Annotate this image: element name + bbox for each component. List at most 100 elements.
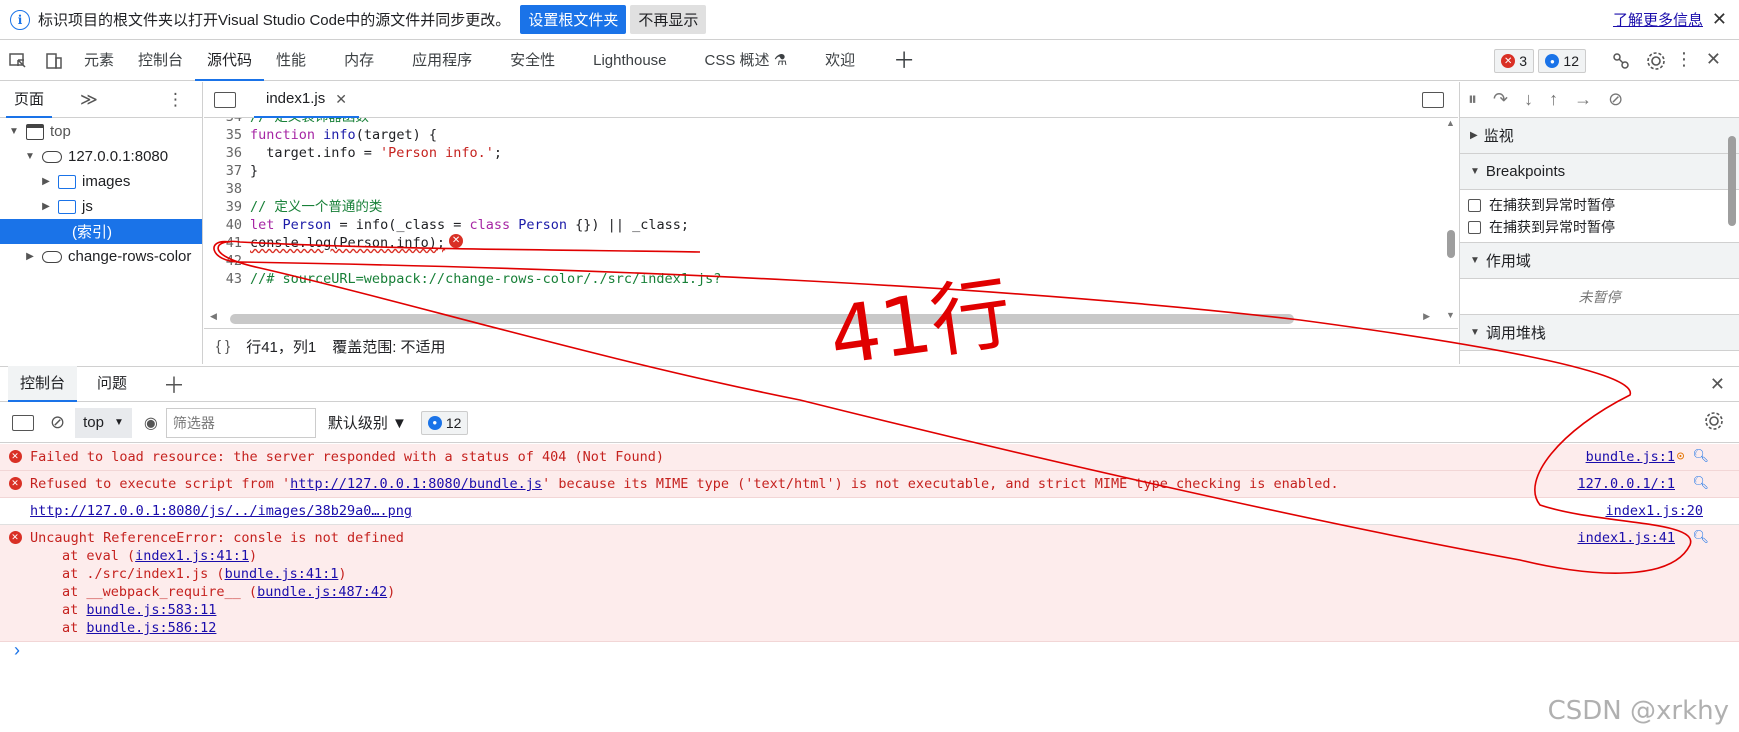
stack-frame: at bundle.js:583:11 [32,601,1739,619]
add-tab-icon[interactable]: ＋ [881,41,927,81]
search-icon[interactable]: 🔍︎ [1692,529,1709,547]
tab-performance[interactable]: 性能 [264,41,318,81]
code-area[interactable]: 34// 定义装饰器函数 35 function info(target) { 3… [204,118,1444,310]
tree-item-images[interactable]: ▶ images [0,169,202,194]
editor-vertical-scrollbar[interactable]: ▲ ▼ [1444,118,1458,320]
context-selector[interactable]: top ▼ [75,407,132,438]
section-breakpoints[interactable]: ▼ Breakpoints [1460,154,1739,190]
set-root-folder-button[interactable]: 设置根文件夹 [520,5,627,34]
section-watch[interactable]: ▶ 监视 [1460,118,1739,154]
more-tabs-icon[interactable]: ≫ [80,90,98,110]
console-message-badge[interactable]: ● 12 [420,410,469,435]
frame-link[interactable]: bundle.js:583:11 [86,602,216,618]
pause-on-caught-exceptions-checkbox[interactable]: 在捕获到异常时暂停 [1460,216,1739,238]
code-line-error: 41 consle.log(Person.info); ✕ [204,234,1444,252]
tab-memory[interactable]: 内存 [332,41,386,81]
learn-more-link[interactable]: 了解更多信息 [1613,9,1703,30]
tree-item-change-rows-color[interactable]: ▶ change-rows-color [0,244,202,269]
source-link[interactable]: bundle.js:1 [1586,448,1675,466]
frame-link[interactable]: bundle.js:41:1 [225,566,339,582]
error-icon[interactable]: ✕ [449,234,464,248]
source-link[interactable]: index1.js:41 [1577,529,1675,547]
source-link[interactable]: 127.0.0.1/:1 [1577,475,1675,493]
file-tab-index1[interactable]: index1.js ✕ [254,82,359,118]
debugger-scrollbar[interactable] [1725,118,1739,364]
step-icon[interactable]: → [1574,89,1592,110]
navigator-menu-icon[interactable]: ⋮ [167,90,184,110]
tab-sources[interactable]: 源代码 [195,41,265,81]
scrollbar-thumb[interactable] [1447,230,1455,258]
pretty-print-icon[interactable]: { } [216,338,230,355]
search-icon[interactable]: 🔍︎ [1692,475,1709,493]
step-into-icon[interactable]: ↓ [1524,89,1533,110]
scroll-down-icon[interactable]: ▼ [1446,310,1455,320]
toggle-navigator-icon[interactable] [214,91,236,108]
message-actions: 🔍︎ [1692,475,1709,493]
tab-page[interactable]: 页面 [0,82,58,118]
tab-console[interactable]: 控制台 [126,41,195,81]
tab-lighthouse[interactable]: Lighthouse [581,41,678,81]
drawer-tab-issues[interactable]: 问题 [85,366,139,402]
tab-elements[interactable]: 元素 [72,41,126,81]
drawer-tab-console[interactable]: 控制台 [8,366,78,402]
network-icon[interactable]: ⊙ [1677,448,1685,466]
inspect-element-icon[interactable] [0,41,36,81]
console-prompt[interactable]: › [14,640,20,661]
tree-item-top[interactable]: ▼ top [0,119,202,144]
more-menu-icon[interactable]: ⋮ [1675,49,1693,70]
message-text: http://127.0.0.1:8080/js/../images/38b29… [30,502,412,520]
tab-welcome[interactable]: 欢迎 [813,41,867,81]
frame-link[interactable]: index1.js:41:1 [135,548,249,564]
pause-icon[interactable]: ⏸ [1468,89,1477,110]
device-toolbar-icon[interactable] [36,41,72,81]
step-out-icon[interactable]: ↑ [1549,89,1558,110]
pause-on-exceptions-checkbox[interactable]: 在捕获到异常时暂停 [1460,194,1739,216]
filter-input[interactable]: 筛选器 [165,407,316,438]
eye-icon[interactable]: ◉ [144,413,158,433]
code-text: //# sourceURL=webpack://change-rows-colo… [250,271,722,287]
message-count-badge[interactable]: ● 12 [1538,49,1586,73]
tab-css-overview-label: CSS 概述 [704,51,770,69]
tree-item-origin[interactable]: ▼ 127.0.0.1:8080 [0,144,202,169]
close-tab-icon[interactable]: ✕ [335,81,347,117]
debugger-sidebar: ⏸ ↷ ↓ ↑ → ⊘ ▶ 监视 ▼ Breakpoints 在捕获到异常时暂停 在… [1459,82,1739,364]
context-label: top [83,414,104,431]
console-settings-gear-icon[interactable] [1703,410,1725,435]
scrollbar-thumb[interactable] [230,314,1294,324]
close-icon[interactable]: ✕ [1712,9,1727,30]
section-scope[interactable]: ▼ 作用域 [1460,243,1739,279]
tab-application[interactable]: 应用程序 [400,41,484,81]
scroll-right-icon[interactable]: ▶ [1423,311,1430,322]
section-call-stack[interactable]: ▼ 调用堆栈 [1460,315,1739,351]
message-link[interactable]: http://127.0.0.1:8080/bundle.js [290,476,542,492]
tab-css-overview[interactable]: CSS 概述 ⚗ [693,41,800,81]
log-level-dropdown[interactable]: 默认级别 ▼ [328,412,407,433]
toggle-debugger-icon[interactable] [1422,92,1444,108]
scroll-up-icon[interactable]: ▲ [1446,118,1455,128]
editor-horizontal-scrollbar[interactable]: ◀ ▶ [210,311,1430,324]
checkbox[interactable] [1468,220,1481,234]
message-icon: ● [1545,54,1560,68]
message-link[interactable]: http://127.0.0.1:8080/js/../images/38b29… [30,503,412,519]
gear-icon[interactable] [1645,50,1667,75]
sidebar-toggle-icon[interactable] [12,414,34,431]
frame-link[interactable]: bundle.js:487:42 [257,584,387,600]
scroll-left-icon[interactable]: ◀ [210,311,217,322]
scrollbar-thumb[interactable] [1728,136,1736,226]
checkbox[interactable] [1468,198,1481,212]
clear-console-icon[interactable]: ⊘ [50,412,65,433]
tree-item-js[interactable]: ▶ js [0,194,202,219]
close-devtools-icon[interactable]: ✕ [1706,49,1721,70]
dont-show-again-button[interactable]: 不再显示 [630,5,707,34]
step-over-icon[interactable]: ↷ [1493,89,1508,110]
frame-link[interactable]: bundle.js:586:12 [86,620,216,636]
connections-icon[interactable] [1611,51,1631,74]
error-count-badge[interactable]: ✕ 3 [1494,49,1534,73]
deactivate-breakpoints-icon[interactable]: ⊘ [1608,89,1623,110]
close-drawer-icon[interactable]: ✕ [1710,374,1725,395]
add-drawer-tab-icon[interactable]: ＋ [163,368,185,400]
source-link[interactable]: index1.js:20 [1605,502,1703,520]
search-icon[interactable]: 🔍︎ [1692,448,1709,466]
tab-security[interactable]: 安全性 [498,41,567,81]
tree-item-index[interactable]: (索引) [0,219,202,244]
